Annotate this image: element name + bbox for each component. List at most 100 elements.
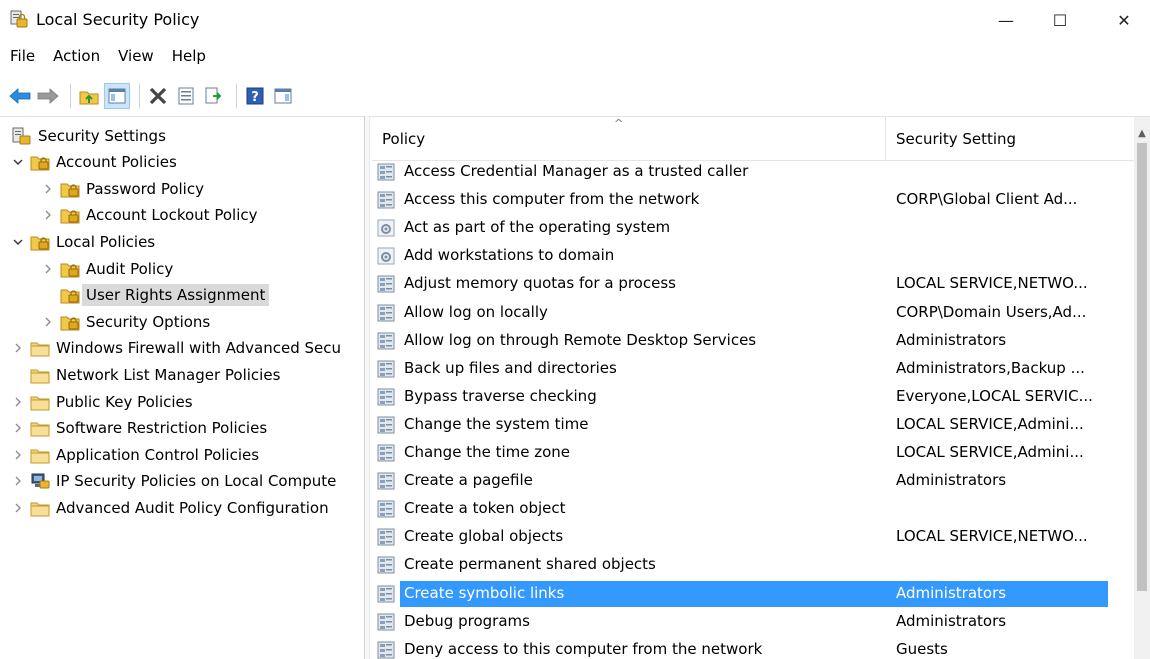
table-row[interactable]: Change the time zone LOCAL SERVICE,Admini… [372, 439, 1108, 467]
policy-name: Adjust memory quotas for a process [404, 274, 676, 293]
chevron-right-icon[interactable] [40, 181, 56, 197]
menu-view[interactable]: View [109, 44, 163, 72]
export-list-button[interactable] [202, 84, 226, 108]
tree-item-label: Account Lockout Policy [86, 206, 258, 225]
scrollbar-thumb[interactable] [1137, 143, 1147, 591]
policy-name: Allow log on through Remote Desktop Serv… [404, 330, 757, 349]
properties-button[interactable] [174, 84, 198, 108]
delete-button[interactable] [146, 84, 170, 108]
tree-item-audit-policy[interactable]: Audit Policy [40, 255, 173, 282]
table-row[interactable]: Deny access to this computer from the ne… [372, 636, 1108, 659]
tree-item-label: Audit Policy [86, 259, 174, 278]
policy-name: Create permanent shared objects [404, 555, 656, 574]
table-row[interactable]: Create a token object [372, 495, 1108, 523]
forward-button[interactable] [36, 84, 60, 108]
policy-icon [376, 275, 396, 293]
table-row[interactable]: Allow log on through Remote Desktop Serv… [372, 327, 1108, 355]
table-row[interactable]: Act as part of the operating system [372, 214, 1108, 242]
table-row[interactable]: Bypass traverse checking Everyone,LOCAL S… [372, 383, 1108, 411]
chevron-right-icon[interactable] [10, 340, 26, 356]
tree-item-software-restriction-policies[interactable]: Software Restriction Policies [10, 415, 267, 442]
scroll-up-arrow-icon[interactable]: ▲ [1134, 125, 1150, 141]
policy-icon [376, 304, 396, 322]
tree-item-advanced-audit-policy-configuration[interactable]: Advanced Audit Policy Configuration [10, 494, 329, 521]
toolbar-separator [70, 84, 71, 108]
tree-item-local-policies[interactable]: Local Policies [10, 228, 155, 255]
tree-item-windows-firewall-with-advanced-secu[interactable]: Windows Firewall with Advanced Secu [10, 335, 341, 362]
tree-item-user-rights-assignment[interactable]: User Rights Assignment [40, 282, 270, 309]
maximize-button[interactable]: ☐ [1037, 0, 1083, 40]
chevron-right-icon[interactable] [10, 420, 26, 436]
tree-item-security-options[interactable]: Security Options [40, 308, 210, 335]
minimize-button[interactable]: — [983, 0, 1029, 40]
chevron-down-icon[interactable] [10, 154, 26, 170]
chevron-right-icon[interactable] [40, 314, 56, 330]
console-tree: Security Settings Account Policies Passwor… [0, 122, 362, 659]
security-setting-value: LOCAL SERVICE,Admini... [896, 414, 1084, 433]
close-button[interactable]: ✕ [1101, 0, 1147, 40]
show-hide-action-pane-button[interactable] [271, 84, 295, 108]
chevron-right-icon[interactable] [40, 261, 56, 277]
column-header-security-setting[interactable]: Security Setting [896, 130, 1016, 148]
lock-folder-icon [60, 313, 80, 331]
policy-gear-icon [376, 247, 396, 265]
export-list-icon [205, 87, 222, 104]
table-row[interactable]: Create a pagefile Administrators [372, 467, 1108, 495]
vertical-scrollbar[interactable]: ▲ [1134, 117, 1150, 659]
lock-folder-icon [60, 206, 80, 224]
folder-icon [30, 339, 50, 357]
tree-item-account-lockout-policy[interactable]: Account Lockout Policy [40, 202, 257, 229]
tree-item-application-control-policies[interactable]: Application Control Policies [10, 441, 259, 468]
table-row[interactable]: Access this computer from the network COR… [372, 186, 1108, 214]
policy-name: Create symbolic links [404, 583, 565, 602]
chevron-right-icon[interactable] [10, 394, 26, 410]
table-row[interactable]: Change the system time LOCAL SERVICE,Admi… [372, 411, 1108, 439]
up-one-level-button[interactable] [77, 84, 101, 108]
policy-name: Act as part of the operating system [404, 218, 671, 237]
tree-item-label: Security Options [86, 312, 211, 331]
tree-item-network-list-manager-policies[interactable]: Network List Manager Policies [10, 361, 280, 388]
chevron-right-icon[interactable] [10, 473, 26, 489]
lock-folder-icon [30, 153, 50, 171]
tree-item-label: Windows Firewall with Advanced Secu [56, 339, 342, 358]
tree-item-security-settings[interactable]: Security Settings [12, 122, 166, 149]
chevron-down-icon[interactable] [10, 234, 26, 250]
maximize-icon: ☐ [1052, 10, 1068, 30]
table-row[interactable]: Add workstations to domain [372, 242, 1108, 270]
security-setting-value: LOCAL SERVICE,Admini... [896, 443, 1084, 461]
chevron-right-icon[interactable] [10, 447, 26, 463]
table-row[interactable]: Allow log on locally CORP\Domain Users,Ad… [372, 299, 1108, 327]
tree-item-label: Security Settings [38, 126, 166, 145]
column-header-policy-label: Policy [382, 130, 426, 148]
folder-icon [30, 446, 50, 464]
policy-icon [376, 360, 396, 378]
menu-file[interactable]: File [0, 44, 44, 72]
table-row[interactable]: Access Credential Manager as a trusted c… [372, 158, 1108, 186]
chevron-right-icon[interactable] [10, 500, 26, 516]
chevron-right-icon[interactable] [40, 207, 56, 223]
menu-action[interactable]: Action [44, 44, 109, 72]
column-header-policy[interactable]: Policy ^ [372, 117, 886, 161]
tree-item-ip-security-policies-on-local-compute[interactable]: IP Security Policies on Local Compute [10, 468, 336, 495]
table-row[interactable]: Create symbolic links Administrators [372, 580, 1108, 608]
toolbar: ? [8, 80, 299, 112]
policy-icon [376, 332, 396, 350]
tree-item-account-policies[interactable]: Account Policies [10, 149, 177, 176]
show-hide-console-tree-button[interactable] [104, 83, 130, 109]
table-row[interactable]: Create permanent shared objects [372, 551, 1108, 579]
table-row[interactable]: Create global objects LOCAL SERVICE,NETWO… [372, 523, 1108, 551]
tree-item-public-key-policies[interactable]: Public Key Policies [10, 388, 193, 415]
ip-security-icon [30, 472, 50, 490]
policy-name: Access Credential Manager as a trusted c… [404, 162, 749, 180]
pane-splitter[interactable] [364, 116, 370, 659]
tree-item-password-policy[interactable]: Password Policy [40, 175, 204, 202]
menu-help[interactable]: Help [163, 44, 215, 72]
tree-item-label: Account Policies [56, 153, 177, 172]
table-row[interactable]: Debug programs Administrators [372, 608, 1108, 636]
table-row[interactable]: Back up files and directories Administrat… [372, 355, 1108, 383]
table-row[interactable]: Adjust memory quotas for a process LOCAL … [372, 270, 1108, 298]
security-setting-value: Administrators [896, 611, 1007, 630]
back-button[interactable] [8, 84, 32, 108]
help-button[interactable]: ? [243, 84, 267, 108]
security-setting-value: CORP\Domain Users,Ad... [896, 302, 1087, 321]
